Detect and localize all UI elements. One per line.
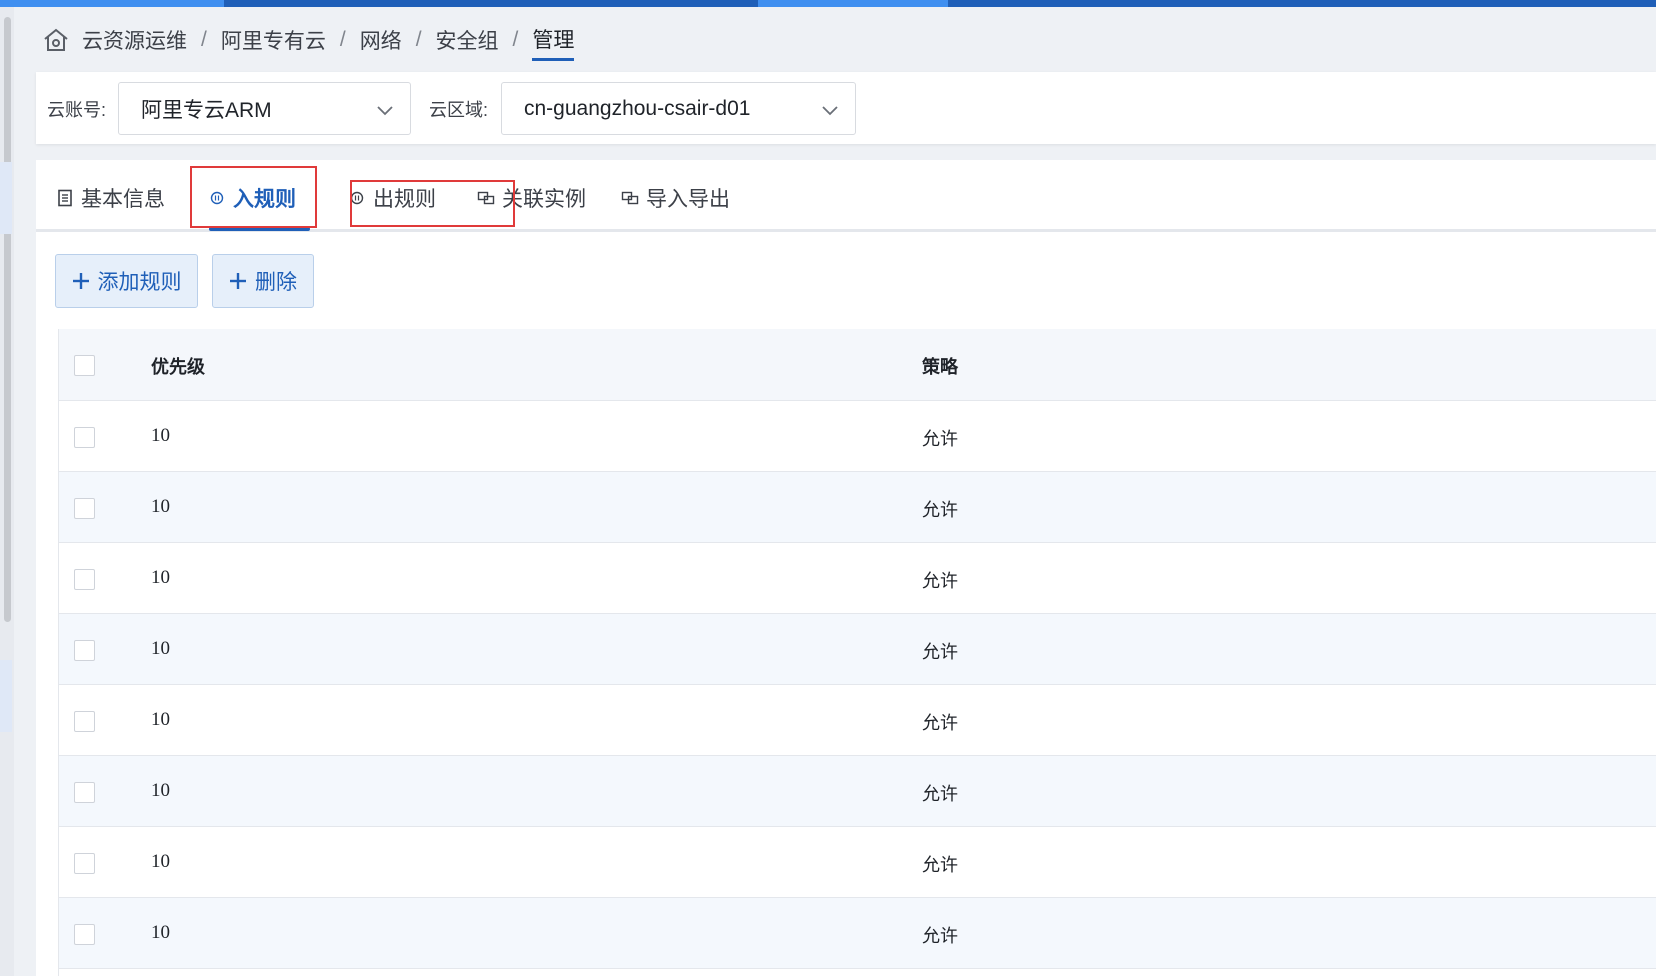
cell-priority: 10 (151, 851, 170, 872)
table-row[interactable]: 10 允许 (59, 472, 1656, 543)
left-nav-highlight (0, 162, 12, 234)
row-checkbox[interactable] (74, 853, 95, 874)
tab-label: 关联实例 (502, 188, 586, 211)
table-row[interactable]: 10 允许 (59, 685, 1656, 756)
table-row[interactable]: 10 允许 (59, 614, 1656, 685)
account-label: 云账号: (47, 100, 107, 120)
row-checkbox[interactable] (74, 782, 95, 803)
region-label: 云区域: (429, 100, 489, 120)
region-select-value: cn-guangzhou-csair-d01 (524, 96, 751, 120)
row-checkbox[interactable] (74, 498, 95, 519)
import-export-icon (621, 191, 639, 205)
column-header-policy: 策略 (922, 357, 958, 377)
main-card: 基本信息 入规则 出规则 关联实例 导入导出 添加规则 删除 优先级 策略 10… (36, 160, 1656, 976)
breadcrumb: 云资源运维 / 阿里专有云 / 网络 / 安全组 / 管理 (42, 22, 575, 61)
add-rule-button[interactable]: 添加规则 (55, 254, 198, 308)
cell-policy: 允许 (922, 429, 958, 449)
tab-label: 入规则 (233, 188, 296, 211)
column-header-priority: 优先级 (151, 357, 205, 377)
cell-policy: 允许 (922, 500, 958, 520)
cell-policy: 允许 (922, 571, 958, 591)
top-bar-segment (0, 0, 224, 7)
row-checkbox[interactable] (74, 924, 95, 945)
tab-basic-info[interactable]: 基本信息 (56, 182, 165, 214)
inbound-icon (210, 191, 224, 205)
cell-policy: 允许 (922, 855, 958, 875)
plus-icon (230, 273, 246, 289)
cell-priority: 10 (151, 780, 170, 801)
cell-priority: 10 (151, 425, 170, 446)
breadcrumb-item[interactable]: 网络 (360, 25, 402, 55)
breadcrumb-item[interactable]: 安全组 (436, 25, 499, 55)
table-row[interactable]: 10 允许 (59, 827, 1656, 898)
account-select[interactable]: 阿里专云ARM (118, 82, 411, 135)
filter-panel: 云账号: 阿里专云ARM 云区域: cn-guangzhou-csair-d01 (36, 72, 1656, 144)
plus-icon (72, 273, 89, 289)
add-rule-label: 添加规则 (97, 271, 182, 294)
row-checkbox[interactable] (74, 427, 95, 448)
outbound-icon (350, 191, 364, 205)
table-row[interactable]: 10 允许 (59, 543, 1656, 614)
breadcrumb-separator: / (201, 28, 207, 51)
breadcrumb-current: 管理 (532, 24, 575, 61)
breadcrumb-separator: / (415, 28, 422, 51)
tab-linked-instances[interactable]: 关联实例 (477, 182, 586, 214)
cell-policy: 允许 (922, 713, 958, 733)
table-row[interactable]: 10 允许 (59, 756, 1656, 827)
cell-policy: 允许 (922, 926, 958, 946)
cell-policy: 允许 (922, 642, 958, 662)
chevron-down-icon (822, 106, 838, 116)
left-scrollbar[interactable] (0, 7, 14, 976)
tab-inbound-rules[interactable]: 入规则 (208, 182, 296, 214)
breadcrumb-item[interactable]: 阿里专有云 (221, 25, 326, 55)
cell-priority: 10 (151, 638, 170, 659)
chevron-down-icon (377, 106, 393, 116)
breadcrumb-item[interactable]: 云资源运维 (82, 25, 187, 55)
row-checkbox[interactable] (74, 711, 95, 732)
breadcrumb-separator: / (512, 28, 519, 51)
tab-label: 导入导出 (646, 188, 730, 211)
active-tab-indicator (209, 227, 310, 231)
cell-priority: 10 (151, 922, 170, 943)
region-select[interactable]: cn-guangzhou-csair-d01 (501, 82, 856, 135)
home-icon[interactable] (42, 26, 70, 54)
left-nav-highlight (0, 660, 12, 732)
table-row[interactable]: 10 允许 (59, 401, 1656, 472)
tab-label: 基本信息 (81, 188, 165, 211)
document-icon (58, 189, 72, 207)
row-checkbox[interactable] (74, 640, 95, 661)
cell-policy: 允许 (922, 784, 958, 804)
cell-priority: 10 (151, 496, 170, 517)
delete-button[interactable]: 删除 (212, 254, 314, 308)
top-bar-segment (758, 0, 948, 7)
table-header: 优先级 策略 (59, 329, 1656, 401)
tab-bar: 基本信息 入规则 出规则 关联实例 导入导出 (36, 160, 1656, 232)
account-select-value: 阿里专云ARM (141, 98, 272, 122)
top-accent-bar (0, 0, 1656, 7)
rules-table: 优先级 策略 10 允许 10 允许 10 允许 10 允许 10 允许 10 允许 10 允许 10 允许 (58, 329, 1656, 976)
select-all-checkbox[interactable] (74, 355, 95, 376)
tab-outbound-rules[interactable]: 出规则 (348, 182, 436, 214)
tab-label: 出规则 (373, 188, 436, 211)
table-row[interactable]: 10 允许 (59, 898, 1656, 969)
link-instance-icon (477, 191, 495, 205)
delete-label: 删除 (255, 271, 297, 294)
row-checkbox[interactable] (74, 569, 95, 590)
cell-priority: 10 (151, 709, 170, 730)
cell-priority: 10 (151, 567, 170, 588)
tab-import-export[interactable]: 导入导出 (621, 182, 730, 214)
breadcrumb-separator: / (339, 28, 346, 51)
left-scrollbar-thumb[interactable] (4, 17, 11, 622)
